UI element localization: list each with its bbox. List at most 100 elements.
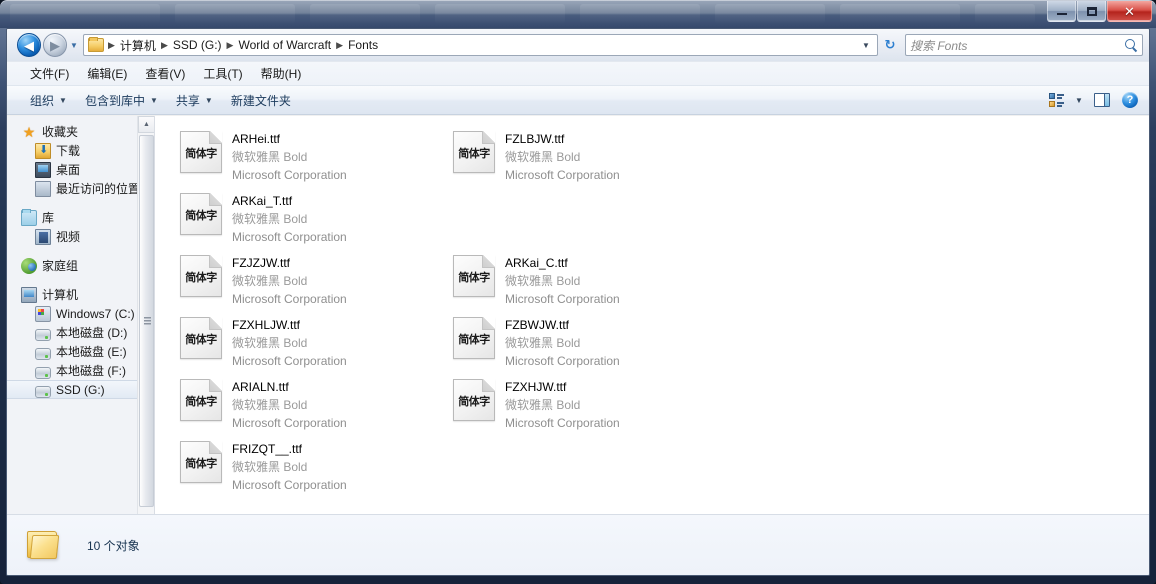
recent-pages-button[interactable]: ▼ [67,35,81,55]
sidebar-item-homegroup[interactable]: 家庭组 [7,256,154,275]
sidebar-item-libraries[interactable]: 库 [7,208,154,227]
scrollbar-grip-icon [144,317,151,325]
font-file-icon: 简体字 [453,131,495,173]
file-name: FZLBJW.ttf [505,132,564,146]
drive-icon [35,348,51,360]
windows-drive-icon [35,306,51,322]
nav-group-libraries: 库 视频 [7,208,154,246]
font-icon-label: 简体字 [181,145,221,161]
view-dropdown-button[interactable]: ▼ [1071,89,1087,111]
sidebar-label: 最近访问的位置 [56,180,140,197]
scroll-up-button[interactable]: ▲ [138,116,155,133]
recent-places-icon [35,181,51,197]
breadcrumb-item-computer[interactable]: 计算机 [117,35,159,56]
file-item[interactable]: 简体字 FRIZQT__.ttf 微软雅黑 Bold Microsoft Cor… [165,434,438,496]
file-item[interactable]: 简体字 FZJZJW.ttf 微软雅黑 Bold Microsoft Corpo… [165,248,438,310]
include-in-library-button[interactable]: 包含到库中 ▼ [76,88,167,113]
sidebar-label: Windows7 (C:) [56,307,135,321]
sidebar-label: 库 [42,209,54,226]
menu-view[interactable]: 查看(V) [136,62,194,85]
file-typeface: 微软雅黑 Bold [505,398,580,412]
file-item[interactable]: 简体字 ARHei.ttf 微软雅黑 Bold Microsoft Corpor… [165,124,438,186]
close-icon: ✕ [1124,5,1135,18]
breadcrumb-item-fonts[interactable]: Fonts [345,36,381,54]
search-input[interactable]: 搜索 Fonts [910,37,1124,54]
file-item[interactable]: 简体字 FZLBJW.ttf 微软雅黑 Bold Microsoft Corpo… [438,124,711,186]
command-bar: 组织 ▼ 包含到库中 ▼ 共享 ▼ 新建文件夹 ▼ [7,85,1149,115]
menu-file[interactable]: 文件(F) [21,62,78,85]
file-company: Microsoft Corporation [232,478,347,492]
search-icon [1124,38,1138,52]
chevron-down-icon: ▼ [59,96,67,105]
sidebar-item-drive-f[interactable]: 本地磁盘 (F:) [7,361,154,380]
sidebar-item-downloads[interactable]: 下载 [7,141,154,160]
chevron-down-icon: ▼ [1075,96,1083,105]
navigation-pane: ★ 收藏夹 下载 桌面 最近访问的位置 [7,116,155,551]
help-icon: ? [1122,92,1138,108]
sidebar-label: 本地磁盘 (F:) [56,362,126,379]
organize-button[interactable]: 组织 ▼ [21,88,76,113]
back-button[interactable]: ◀ [17,33,41,57]
maximize-button[interactable] [1077,1,1106,22]
file-item[interactable]: 简体字 ARKai_T.ttf 微软雅黑 Bold Microsoft Corp… [165,186,438,248]
help-button[interactable]: ? [1117,89,1143,111]
change-view-button[interactable] [1043,89,1069,111]
font-file-icon: 简体字 [180,441,222,483]
chevron-down-icon: ▼ [205,96,213,105]
forward-button[interactable]: ▶ [43,33,67,57]
sidebar-label: 下载 [56,142,80,159]
file-list-pane[interactable]: 简体字 ARHei.ttf 微软雅黑 Bold Microsoft Corpor… [155,116,1150,551]
sidebar-item-favorites[interactable]: ★ 收藏夹 [7,122,154,141]
refresh-button[interactable]: ↻ [879,34,901,56]
file-name: FRIZQT__.ttf [232,442,302,456]
preview-pane-button[interactable] [1089,89,1115,111]
breadcrumb-address-bar[interactable]: ▶ 计算机 ▶ SSD (G:) ▶ World of Warcraft ▶ F… [83,34,878,56]
sidebar-item-computer[interactable]: 计算机 [7,285,154,304]
font-icon-label: 简体字 [454,331,494,347]
font-icon-label: 简体字 [454,393,494,409]
desktop-icon [35,162,51,178]
chevron-down-icon: ▼ [70,41,78,50]
sidebar-item-videos[interactable]: 视频 [7,227,154,246]
menu-tools[interactable]: 工具(T) [194,62,251,85]
breadcrumb-item-wow[interactable]: World of Warcraft [235,36,334,54]
file-company: Microsoft Corporation [232,354,347,368]
sidebar-item-drive-d[interactable]: 本地磁盘 (D:) [7,323,154,342]
window-body: ★ 收藏夹 下载 桌面 最近访问的位置 [7,116,1150,551]
menu-bar: 文件(F) 编辑(E) 查看(V) 工具(T) 帮助(H) [7,61,1149,85]
file-name: FZBWJW.ttf [505,318,569,332]
file-item[interactable]: 简体字 FZXHJW.ttf 微软雅黑 Bold Microsoft Corpo… [438,372,711,434]
folder-icon [25,528,63,562]
file-company: Microsoft Corporation [232,230,347,244]
nav-group-favorites: ★ 收藏夹 下载 桌面 最近访问的位置 [7,122,154,198]
breadcrumb-item-ssd[interactable]: SSD (G:) [170,36,225,54]
file-tiles-container: 简体字 ARHei.ttf 微软雅黑 Bold Microsoft Corpor… [155,116,1150,551]
file-item[interactable]: 简体字 ARIALN.ttf 微软雅黑 Bold Microsoft Corpo… [165,372,438,434]
file-typeface: 微软雅黑 Bold [232,150,307,164]
scrollbar-thumb[interactable] [139,135,154,507]
search-box[interactable]: 搜索 Fonts [905,34,1143,56]
minimize-button[interactable] [1047,1,1076,22]
file-item[interactable]: 简体字 FZBWJW.ttf 微软雅黑 Bold Microsoft Corpo… [438,310,711,372]
sidebar-item-recent-places[interactable]: 最近访问的位置 [7,179,154,198]
close-button[interactable]: ✕ [1107,1,1152,22]
sidebar-item-drive-g[interactable]: SSD (G:) [7,380,148,399]
navigation-scrollbar[interactable]: ▲ ▼ [137,116,154,551]
back-arrow-icon: ◀ [24,39,34,52]
title-bar: ✕ [0,0,1156,28]
address-dropdown-button[interactable]: ▼ [857,35,875,55]
share-button[interactable]: 共享 ▼ [167,88,222,113]
file-name: ARKai_T.ttf [232,194,292,208]
menu-help[interactable]: 帮助(H) [252,62,311,85]
file-item[interactable]: 简体字 FZXHLJW.ttf 微软雅黑 Bold Microsoft Corp… [165,310,438,372]
chevron-down-icon: ▼ [150,96,158,105]
new-folder-button[interactable]: 新建文件夹 [222,88,300,113]
breadcrumb-separator-3: ▶ [334,40,345,51]
folder-icon [88,38,104,52]
sidebar-item-desktop[interactable]: 桌面 [7,160,154,179]
sidebar-item-drive-c[interactable]: Windows7 (C:) [7,304,154,323]
sidebar-item-drive-e[interactable]: 本地磁盘 (E:) [7,342,154,361]
menu-edit[interactable]: 编辑(E) [78,62,136,85]
file-item[interactable]: 简体字 ARKai_C.ttf 微软雅黑 Bold Microsoft Corp… [438,248,711,310]
file-typeface: 微软雅黑 Bold [232,212,307,226]
